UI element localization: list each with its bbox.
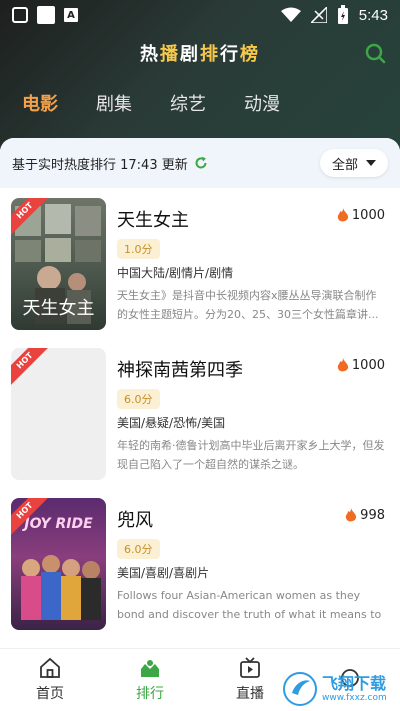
watermark-text: 飞翔下载: [322, 674, 387, 693]
item-description: Follows four Asian-American women as the…: [117, 589, 382, 621]
poster-image[interactable]: 天生女主 HOT: [11, 198, 106, 330]
title-char: 榜: [240, 44, 260, 65]
rank-icon: [141, 660, 159, 677]
watermark: 飞翔下载 www.fxxz.com: [282, 667, 394, 711]
title-char: 排: [200, 44, 220, 65]
tab-movie[interactable]: 电影: [22, 90, 58, 116]
page-title: 热播剧排行榜: [0, 40, 400, 66]
battery-icon: [337, 5, 348, 24]
nav-label: 排行: [136, 686, 164, 702]
item-description: 年轻的南希·德鲁计划高中毕业后离开家乡上大学，但发现自己陷入了一个超自然的谋杀之…: [117, 439, 385, 471]
filter-label: 全部: [331, 157, 358, 173]
hot-badge: HOT: [11, 348, 50, 386]
rank-update-bar: 基于实时热度排行 17:43 更新 全部: [0, 138, 400, 188]
list-item[interactable]: 天生女主 HOT 天生女主 1000 1.0分 中国大陆/剧情片/剧情 天生女主…: [0, 198, 400, 338]
item-genre: 美国/喜剧/喜剧片: [117, 566, 210, 580]
list-item[interactable]: HOT 神探南茜第四季 1000 6.0分 美国/悬疑/恐怖/美国 年轻的南希·…: [0, 348, 400, 488]
heat-value: 1000: [351, 208, 385, 223]
filter-dropdown[interactable]: 全部: [319, 149, 388, 177]
heat-value: 1000: [351, 358, 385, 373]
title-char: 热: [140, 44, 160, 65]
score-badge: 1.0分: [117, 239, 160, 259]
score-badge: 6.0分: [117, 539, 160, 559]
fire-icon: [337, 208, 349, 222]
list-item[interactable]: JOY RIDE HOT 兜风 998 6.0分 美国/喜剧/喜剧片 Follo…: [0, 498, 400, 638]
title-char: 播: [160, 44, 180, 65]
ranking-panel: 基于实时热度排行 17:43 更新 全部 天生女主 HOT 天生女主 1000 …: [0, 138, 400, 648]
nav-home[interactable]: 首页: [0, 649, 100, 711]
poster-title: 天生女主: [22, 298, 95, 319]
item-info: 天生女主 1000 1.0分 中国大陆/剧情片/剧情 天生女主》是抖音中长视频内…: [117, 206, 385, 324]
heat-count: 1000: [337, 358, 385, 373]
category-tabs: 电影 剧集 综艺 动漫: [22, 90, 280, 116]
item-info: 神探南茜第四季 1000 6.0分 美国/悬疑/恐怖/美国 年轻的南希·德鲁计划…: [117, 356, 385, 474]
fire-icon: [345, 508, 357, 522]
search-icon[interactable]: [364, 42, 386, 64]
nav-label: 首页: [36, 686, 64, 702]
item-description: 天生女主》是抖音中长视频内容x腰丛丛导演联合制作的女性主题短片。分为20、25、…: [117, 289, 379, 321]
chevron-down-icon: [366, 160, 376, 166]
poster-image[interactable]: HOT: [11, 348, 106, 480]
tab-anime[interactable]: 动漫: [244, 90, 280, 116]
refresh-icon[interactable]: [194, 156, 208, 170]
tab-series[interactable]: 剧集: [96, 90, 132, 116]
nav-label: 直播: [236, 686, 264, 702]
status-bar: A 5:43: [0, 0, 400, 30]
a-notification-icon: A: [64, 8, 78, 22]
poster-image[interactable]: JOY RIDE HOT: [11, 498, 106, 630]
heat-count: 1000: [337, 208, 385, 223]
update-text: 基于实时热度排行 17:43 更新: [12, 157, 188, 173]
heat-count: 998: [345, 508, 385, 523]
item-genre: 美国/悬疑/恐怖/美国: [117, 416, 226, 430]
clock: 5:43: [358, 6, 388, 24]
home-icon: [40, 657, 60, 678]
tab-variety[interactable]: 综艺: [170, 90, 206, 116]
title-char: 行: [220, 44, 240, 65]
app-notification-icon: [37, 6, 55, 24]
heat-value: 998: [360, 508, 385, 523]
title-char: 剧: [180, 44, 200, 65]
item-info: 兜风 998 6.0分 美国/喜剧/喜剧片 Follows four Asian…: [117, 506, 385, 624]
nav-rank[interactable]: 排行: [100, 649, 200, 711]
score-badge: 6.0分: [117, 389, 160, 409]
image-notification-icon: [12, 7, 28, 23]
fire-icon: [337, 358, 349, 372]
item-genre: 中国大陆/剧情片/剧情: [117, 266, 234, 280]
tv-icon: [240, 657, 260, 678]
wifi-icon: [280, 7, 301, 22]
watermark-url: www.fxxz.com: [322, 693, 387, 703]
signal-icon: [310, 7, 327, 23]
header: A 5:43 热播剧排行榜 电影 剧集 综艺 动漫: [0, 0, 400, 150]
watermark-logo-icon: [283, 672, 317, 706]
